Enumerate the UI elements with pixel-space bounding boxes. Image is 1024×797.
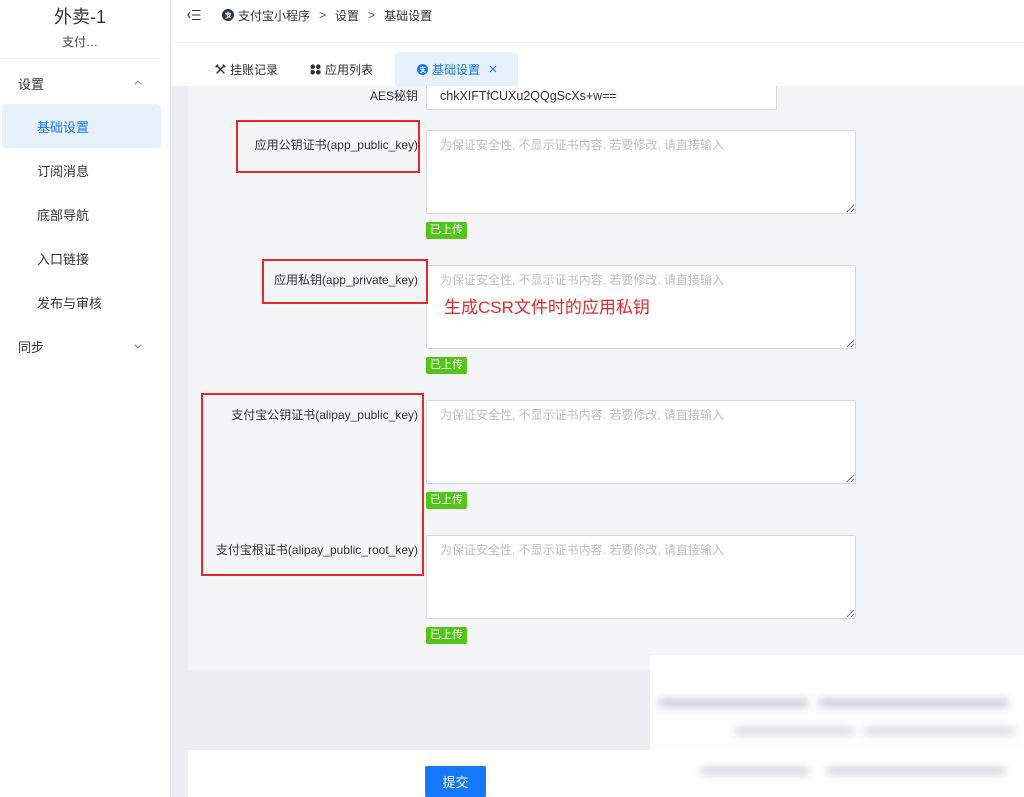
alipay-icon xyxy=(222,9,234,21)
main-content: AES秘钥 应用公钥证书(app_public_key) 已上传 应用私钥(ap… xyxy=(171,86,1024,797)
blurred-line xyxy=(826,767,1006,775)
sidebar-item-publish-review[interactable]: 发布与审核 xyxy=(2,280,161,324)
tab-label: 挂账记录 xyxy=(230,62,279,77)
annotation-box xyxy=(201,393,424,576)
close-icon[interactable] xyxy=(489,65,497,73)
submit-button[interactable]: 提交 xyxy=(425,766,486,797)
status-badge: 已上传 xyxy=(426,357,467,374)
menu-group-label: 设置 xyxy=(18,76,45,92)
status-badge: 已上传 xyxy=(426,492,467,509)
app-public-key-textarea[interactable] xyxy=(426,130,856,214)
breadcrumb: 支付宝小程序 > 设置 > 基础设置 xyxy=(222,6,432,24)
blurred-line xyxy=(700,767,810,775)
header-divider xyxy=(171,42,1024,43)
sidebar-divider xyxy=(0,58,160,59)
breadcrumb-item-settings[interactable]: 设置 xyxy=(335,7,359,24)
blurred-line xyxy=(818,699,1008,707)
sidebar-item-label: 入口链接 xyxy=(37,251,90,267)
sidebar-item-subscription-messages[interactable]: 订阅消息 xyxy=(2,148,161,192)
alipay-icon xyxy=(417,63,428,75)
sidebar: 外卖-1 支付… 设置 基础设置 订阅消息 底部导航 入口链接 发布与审核 同步 xyxy=(0,0,171,797)
chevron-down-icon xyxy=(134,344,142,349)
sidebar-item-label: 订阅消息 xyxy=(37,163,90,179)
breadcrumb-item-current: 基础设置 xyxy=(384,8,433,23)
sidebar-item-basic-settings[interactable]: 基础设置 xyxy=(2,104,161,148)
blurred-line xyxy=(658,699,808,707)
chevron-up-icon xyxy=(134,80,142,85)
menu-group-settings[interactable]: 设置 xyxy=(0,61,160,105)
annotation-text: 生成CSR文件时的应用私钥 xyxy=(444,298,650,317)
grid-icon xyxy=(310,63,321,75)
breadcrumb-item-miniprogram[interactable]: 支付宝小程序 xyxy=(238,7,310,24)
sidebar-item-entry-links[interactable]: 入口链接 xyxy=(2,236,161,280)
sidebar-item-label: 底部导航 xyxy=(37,207,90,223)
menu-group-sync[interactable]: 同步 xyxy=(0,324,160,368)
blurred-line xyxy=(864,727,1014,735)
tab-basic-settings[interactable]: 基础设置 xyxy=(395,52,518,86)
menu-fold-icon[interactable] xyxy=(187,9,201,21)
alipay-public-key-textarea[interactable] xyxy=(426,400,856,484)
status-badge: 已上传 xyxy=(426,222,467,239)
tab-label: 应用列表 xyxy=(325,62,374,77)
app-title: 外卖-1 xyxy=(53,7,106,27)
tab-credit-records[interactable]: 挂账记录 xyxy=(205,52,288,86)
breadcrumb-separator: > xyxy=(368,8,376,22)
sidebar-item-label: 发布与审核 xyxy=(37,295,103,311)
blurred-overlay xyxy=(650,655,1024,797)
sidebar-item-bottom-nav[interactable]: 底部导航 xyxy=(2,192,161,236)
aes-key-input[interactable] xyxy=(426,86,777,110)
tab-label: 基础设置 xyxy=(432,62,481,77)
annotation-box xyxy=(262,259,428,304)
status-badge: 已上传 xyxy=(426,627,467,644)
aes-key-label: AES秘钥 xyxy=(369,89,418,103)
menu-group-label: 同步 xyxy=(18,339,45,355)
breadcrumb-separator: > xyxy=(319,8,327,22)
app-subtitle: 支付… xyxy=(61,35,98,49)
tool-icon xyxy=(215,63,226,75)
sidebar-item-label: 基础设置 xyxy=(37,119,90,135)
top-bar: 支付宝小程序 > 设置 > 基础设置 挂账记录 应用列表 基础设置 xyxy=(171,0,1024,86)
blurred-line xyxy=(734,727,854,735)
annotation-box xyxy=(236,120,420,173)
alipay-root-key-textarea[interactable] xyxy=(426,535,856,619)
tab-app-list[interactable]: 应用列表 xyxy=(300,52,383,86)
